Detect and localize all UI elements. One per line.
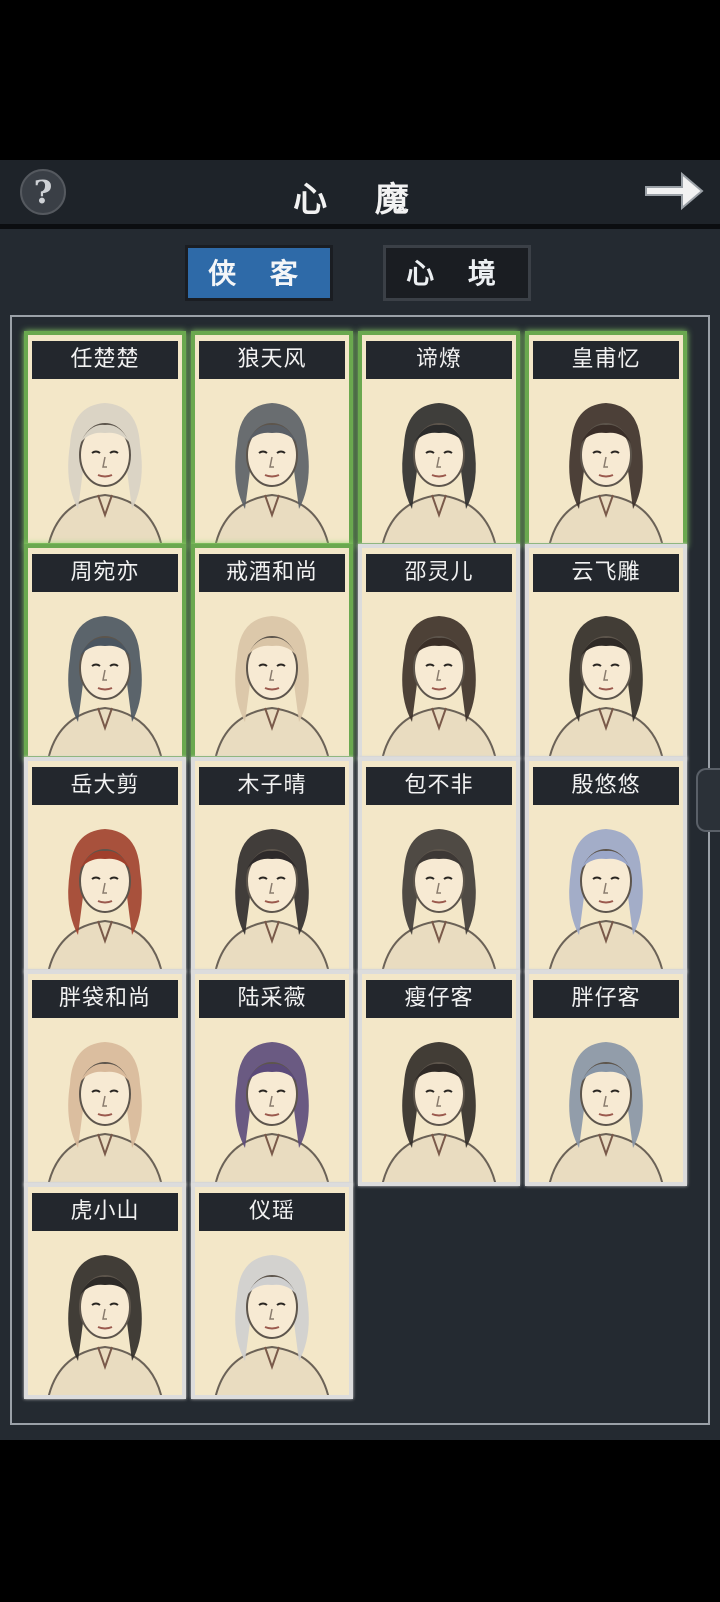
- character-name: 谛燎: [366, 341, 512, 379]
- character-card[interactable]: 任楚楚: [24, 331, 186, 547]
- character-name: 狼天风: [199, 341, 345, 379]
- forward-button[interactable]: [642, 168, 706, 214]
- header-bar: ? 心 魔: [0, 160, 720, 229]
- character-card[interactable]: 虎小山: [24, 1183, 186, 1399]
- character-portrait: [28, 383, 182, 543]
- character-name: 皇甫忆: [533, 341, 679, 379]
- character-portrait: [529, 383, 683, 543]
- character-card[interactable]: 仪瑶: [191, 1183, 353, 1399]
- character-card[interactable]: 木子晴: [191, 757, 353, 973]
- character-name: 邵灵儿: [366, 554, 512, 592]
- character-grid: 任楚楚 狼天风 谛燎 皇甫忆周宛亦 戒酒和尚 邵灵儿 云飞雕岳大剪 木子晴 包不非 殷悠悠胖袋和尚…: [10, 315, 710, 1425]
- character-card[interactable]: 戒酒和尚: [191, 544, 353, 760]
- arrow-right-icon: [645, 171, 704, 211]
- character-name: 戒酒和尚: [199, 554, 345, 592]
- character-portrait: [28, 596, 182, 756]
- tab-heroes[interactable]: 侠 客: [185, 245, 333, 301]
- character-portrait: [195, 383, 349, 543]
- character-card[interactable]: 瘦仔客: [358, 970, 520, 1186]
- character-card[interactable]: 包不非: [358, 757, 520, 973]
- character-card[interactable]: 周宛亦: [24, 544, 186, 760]
- character-portrait: [529, 1022, 683, 1182]
- character-portrait: [195, 1022, 349, 1182]
- character-card[interactable]: 陆采薇: [191, 970, 353, 1186]
- character-name: 云飞雕: [533, 554, 679, 592]
- tab-mindset[interactable]: 心 境: [383, 245, 531, 301]
- character-name: 岳大剪: [32, 767, 178, 805]
- character-card[interactable]: 云飞雕: [525, 544, 687, 760]
- character-portrait: [195, 1235, 349, 1395]
- character-card[interactable]: 狼天风: [191, 331, 353, 547]
- character-portrait: [362, 1022, 516, 1182]
- character-card[interactable]: 谛燎: [358, 331, 520, 547]
- character-card[interactable]: 胖袋和尚: [24, 970, 186, 1186]
- character-name: 任楚楚: [32, 341, 178, 379]
- character-card[interactable]: 岳大剪: [24, 757, 186, 973]
- character-portrait: [362, 596, 516, 756]
- character-name: 陆采薇: [199, 980, 345, 1018]
- character-name: 仪瑶: [199, 1193, 345, 1231]
- character-portrait: [28, 1022, 182, 1182]
- character-name: 胖袋和尚: [32, 980, 178, 1018]
- character-portrait: [195, 596, 349, 756]
- character-portrait: [28, 809, 182, 969]
- character-name: 瘦仔客: [366, 980, 512, 1018]
- character-name: 殷悠悠: [533, 767, 679, 805]
- side-drawer-handle[interactable]: [696, 768, 720, 832]
- character-name: 周宛亦: [32, 554, 178, 592]
- character-portrait: [529, 809, 683, 969]
- main-content: 侠 客 心 境 任楚楚 狼天风 谛燎 皇甫忆周宛亦 戒酒和尚 邵灵儿 云飞雕岳大剪 木子晴 包不…: [0, 229, 720, 1440]
- character-card[interactable]: 胖仔客: [525, 970, 687, 1186]
- character-portrait: [195, 809, 349, 969]
- character-name: 虎小山: [32, 1193, 178, 1231]
- character-portrait: [529, 596, 683, 756]
- character-card[interactable]: 邵灵儿: [358, 544, 520, 760]
- character-name: 胖仔客: [533, 980, 679, 1018]
- character-portrait: [362, 809, 516, 969]
- page-title: 心 魔: [293, 180, 427, 220]
- character-portrait: [362, 383, 516, 543]
- character-portrait: [28, 1235, 182, 1395]
- character-card[interactable]: 殷悠悠: [525, 757, 687, 973]
- character-name: 木子晴: [199, 767, 345, 805]
- character-name: 包不非: [366, 767, 512, 805]
- character-card[interactable]: 皇甫忆: [525, 331, 687, 547]
